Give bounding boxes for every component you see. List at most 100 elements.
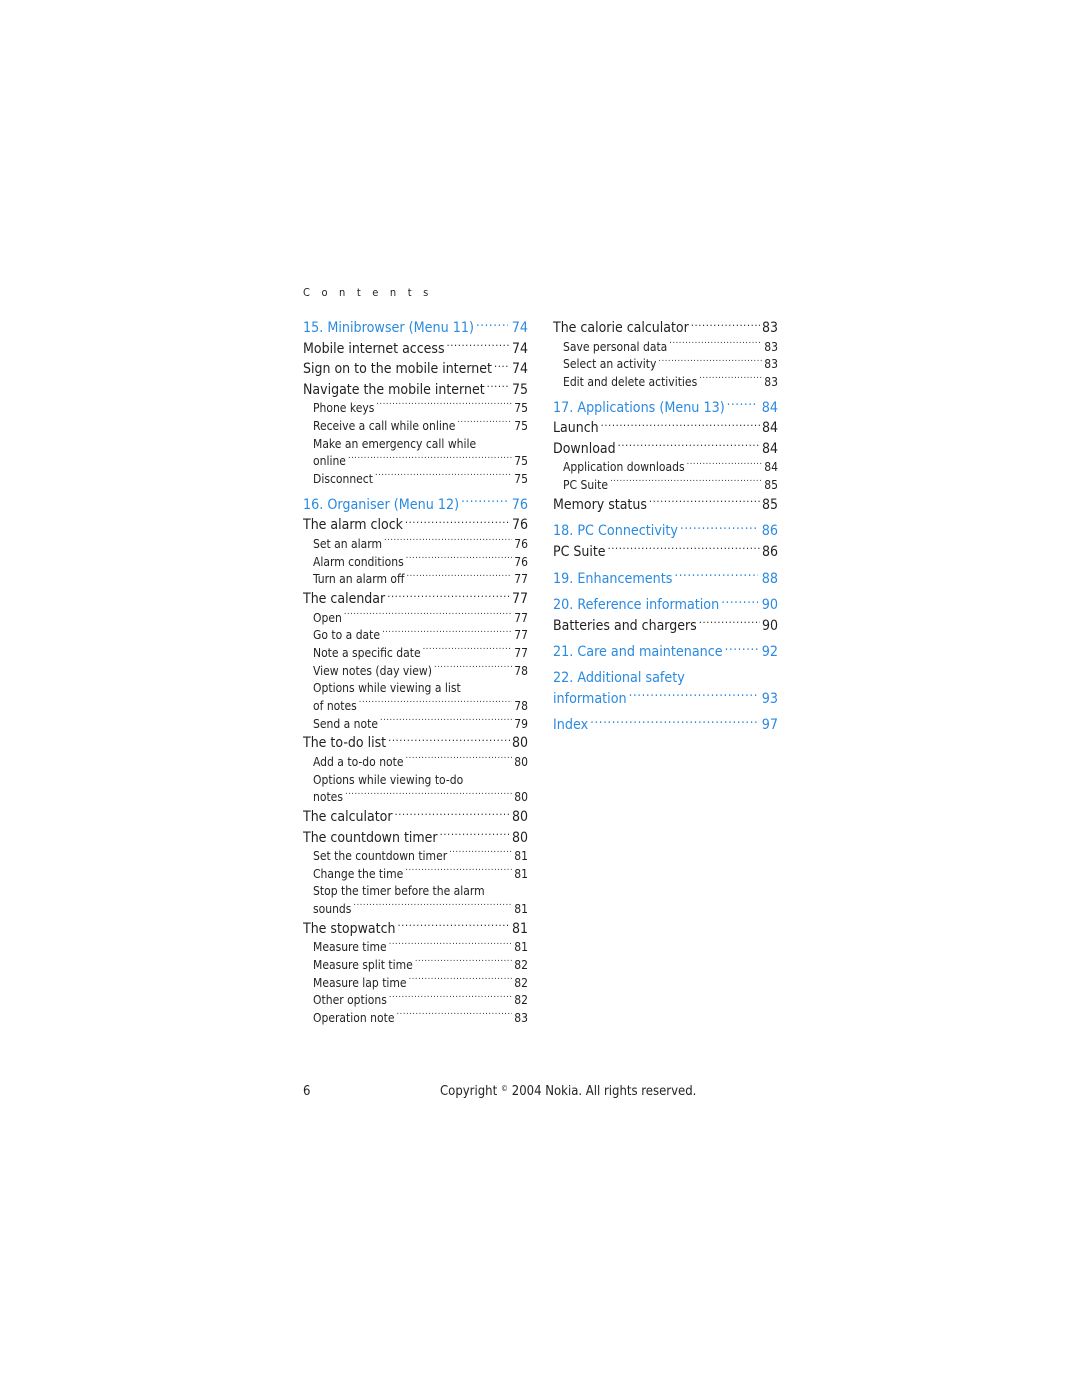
toc-chapter-link[interactable]: 17. Applications (Menu 13) 84 (553, 398, 778, 419)
toc-entry-title-line[interactable]: Options while viewing a list (303, 680, 528, 698)
toc-page-number: 79 (514, 716, 528, 731)
toc-page-number: 83 (764, 374, 778, 389)
toc-entry-link[interactable]: online 75 (303, 453, 528, 471)
toc-leader-dots (610, 477, 762, 489)
toc-entry-link[interactable]: The countdown timer 80 (303, 828, 528, 849)
toc-entry-link[interactable]: Memory status 85 (553, 495, 778, 516)
toc-entry-title: Save personal data (563, 339, 668, 354)
toc-entry-link[interactable]: Navigate the mobile internet 75 (303, 380, 528, 401)
toc-entry-link[interactable]: Launch 84 (553, 418, 778, 439)
toc-entry-link[interactable]: Set the countdown timer 81 (303, 848, 528, 866)
toc-entry-link[interactable]: View notes (day view) 78 (303, 663, 528, 681)
toc-entry-link[interactable]: Add a to-do note 80 (303, 754, 528, 772)
toc-entry-link[interactable]: Change the time 81 (303, 866, 528, 884)
footer-copyright: Copyright © 2004 Nokia. All rights reser… (440, 1084, 696, 1099)
toc-leader-dots (725, 642, 758, 656)
toc-entry-link[interactable]: The calendar 77 (303, 589, 528, 610)
toc-entry-link[interactable]: Turn an alarm off 77 (303, 571, 528, 589)
toc-entry-link[interactable]: Application downloads 84 (553, 459, 778, 477)
toc-entry-title: Add a to-do note (313, 754, 404, 769)
copyright-symbol: © (500, 1084, 509, 1093)
toc-chapter-link[interactable]: 21. Care and maintenance 92 (553, 642, 778, 663)
toc-entry-link[interactable]: Set an alarm 76 (303, 536, 528, 554)
toc-leader-dots (699, 374, 762, 386)
toc-entry-link[interactable]: Save personal data 83 (553, 339, 778, 357)
toc-page-number: 82 (514, 993, 528, 1008)
toc-entry-link[interactable]: The stopwatch 81 (303, 919, 528, 940)
toc-entry-title: sounds (313, 902, 352, 917)
toc-chapter-link[interactable]: 19. Enhancements 88 (553, 568, 778, 589)
toc-entry-title: 18. PC Connectivity (553, 523, 678, 540)
toc-entry-title: Measure lap time (313, 975, 407, 990)
toc-entry-link[interactable]: Operation note 83 (303, 1010, 528, 1028)
toc-entry-link[interactable]: Mobile internet access 74 (303, 339, 528, 360)
toc-entry-title-line[interactable]: Options while viewing to-do (303, 772, 528, 790)
toc-entry-title-line[interactable]: Stop the timer before the alarm (303, 883, 528, 901)
toc-entry-link[interactable]: Receive a call while online 75 (303, 418, 528, 436)
toc-entry-title: Open (313, 610, 342, 625)
toc-leader-dots (494, 359, 510, 373)
toc-chapter-link[interactable]: 16. Organiser (Menu 12) 76 (303, 495, 528, 516)
toc-entry-link[interactable]: Measure lap time 82 (303, 975, 528, 993)
toc-leader-dots (590, 715, 758, 729)
toc-page-number: 80 (511, 735, 528, 752)
toc-entry-title: The stopwatch (303, 920, 396, 937)
toc-page-number: 84 (761, 420, 778, 437)
toc-entry-link[interactable]: Disconnect 75 (303, 471, 528, 489)
toc-chapter-link[interactable]: information 93 (553, 688, 778, 709)
toc-entry-link[interactable]: Alarm conditions 76 (303, 554, 528, 572)
toc-leader-dots (658, 356, 762, 368)
toc-page-number: 81 (514, 866, 528, 881)
toc-entry-link[interactable]: Select an activity 83 (553, 356, 778, 374)
toc-chapter-link[interactable]: 15. Minibrowser (Menu 11) 74 (303, 318, 528, 339)
toc-entry-link[interactable]: Sign on to the mobile internet 74 (303, 359, 528, 380)
toc-entry-link[interactable]: The alarm clock 76 (303, 515, 528, 536)
toc-leader-dots (727, 398, 758, 412)
toc-leader-dots (405, 866, 512, 878)
toc-leader-dots (405, 515, 510, 529)
toc-chapter-link[interactable]: 18. PC Connectivity 86 (553, 521, 778, 542)
toc-page-number: 75 (514, 401, 528, 416)
toc-leader-dots (398, 919, 510, 933)
toc-leader-dots (447, 339, 510, 353)
toc-entry-link[interactable]: Send a note 79 (303, 716, 528, 734)
toc-leader-dots (608, 542, 760, 556)
toc-leader-dots (348, 453, 512, 465)
toc-page-number: 80 (511, 809, 528, 826)
toc-page-number: 76 (511, 517, 528, 534)
toc-entry-link[interactable]: PC Suite 85 (553, 477, 778, 495)
toc-entry-link[interactable]: The to-do list 80 (303, 733, 528, 754)
toc-page-number: 75 (511, 381, 528, 398)
toc-entry-title: PC Suite (563, 478, 609, 492)
toc-entry-link[interactable]: notes 80 (303, 789, 528, 807)
toc-entry-title-line[interactable]: Make an emergency call while (303, 436, 528, 454)
toc-chapter-link[interactable]: 20. Reference information 90 (553, 595, 778, 616)
toc-entry-link[interactable]: of notes 78 (303, 698, 528, 716)
toc-entry-link[interactable]: Other options 82 (303, 992, 528, 1010)
toc-page-number: 80 (514, 754, 528, 769)
toc-entry-link[interactable]: The calorie calculator 83 (553, 318, 778, 339)
toc-entry-title: Measure time (313, 940, 387, 955)
toc-entry-link[interactable]: Phone keys 75 (303, 400, 528, 418)
toc-leader-dots (687, 459, 763, 471)
toc-page-number: 83 (514, 1011, 528, 1026)
toc-entry-link[interactable]: Open 77 (303, 610, 528, 628)
toc-entry-link[interactable]: Note a specific date 77 (303, 645, 528, 663)
toc-entry-link[interactable]: Go to a date 77 (303, 627, 528, 645)
toc-entry-link[interactable]: Measure time 81 (303, 939, 528, 957)
toc-entry-link[interactable]: The calculator 80 (303, 807, 528, 828)
toc-leader-dots (375, 471, 512, 483)
toc-entry-title: Navigate the mobile internet (303, 381, 485, 398)
toc-entry-link[interactable]: Measure split time 82 (303, 957, 528, 975)
toc-chapter-link[interactable]: Index 97 (553, 715, 778, 736)
copyright-prefix: Copyright (440, 1084, 498, 1099)
toc-page-number: 92 (761, 644, 778, 661)
toc-entry-link[interactable]: Batteries and chargers 90 (553, 616, 778, 637)
toc-page-number: 76 (511, 496, 528, 513)
toc-entry-link[interactable]: Download 84 (553, 439, 778, 460)
toc-entry-link[interactable]: PC Suite 86 (553, 542, 778, 563)
toc-entry-title: The calendar (303, 591, 386, 607)
toc-entry-link[interactable]: Edit and delete activities 83 (553, 374, 778, 392)
toc-chapter-title-line[interactable]: 22. Additional safety (553, 669, 778, 689)
toc-entry-link[interactable]: sounds 81 (303, 901, 528, 919)
